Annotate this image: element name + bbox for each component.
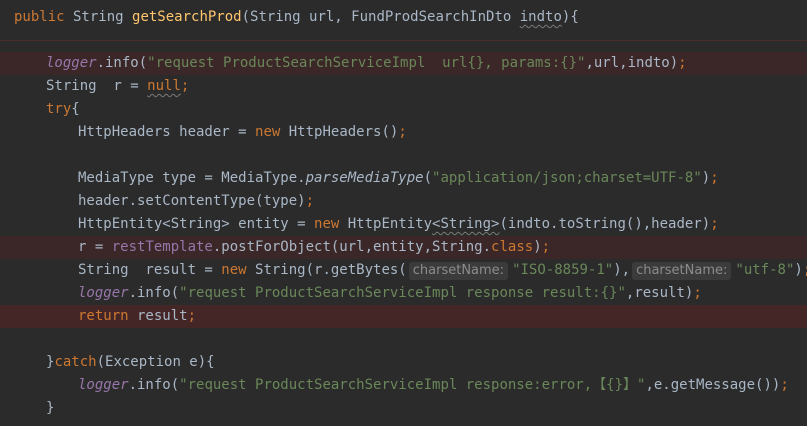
keyword-catch: catch (54, 354, 97, 370)
separator: ), (613, 262, 631, 278)
semicolon: ; (693, 285, 702, 301)
declaration: String result = (78, 262, 222, 278)
return-type: String (64, 9, 133, 25)
keyword-new: new (221, 262, 247, 278)
declaration: String r = (46, 78, 148, 94)
method-call: .postForObject(url,entity,String. (212, 239, 492, 255)
logger-field: logger (46, 55, 97, 71)
code-line-logger-response[interactable]: logger.info("request ProductSearchServic… (0, 282, 807, 305)
keyword-return: return (78, 308, 129, 324)
semicolon: ; (398, 124, 407, 140)
semicolon: ; (180, 78, 190, 94)
paren-close: ) (533, 239, 542, 255)
code-line-post-for-object[interactable]: r = restTemplate.postForObject(url,entit… (0, 236, 807, 259)
constructor: HttpHeaders() (280, 124, 399, 140)
paren-close: ) (701, 170, 711, 186)
code-line-http-entity[interactable]: HttpEntity<String> entity = new HttpEnti… (0, 213, 807, 236)
charset-string: "utf-8" (735, 262, 795, 278)
method-call: header.setContentType(type) (78, 193, 306, 209)
logger-field: logger (78, 285, 129, 301)
log-string: "request ProductSearchServiceImpl url{},… (147, 55, 586, 71)
keyword-class: class (491, 239, 534, 255)
rest-template-field: restTemplate (111, 239, 213, 255)
semicolon: ; (187, 308, 197, 324)
semicolon: ; (678, 55, 687, 71)
paren-open: ( (423, 170, 433, 186)
log-args: ,url,indto) (585, 55, 679, 71)
code-line-declare-r[interactable]: String r = null; (0, 75, 807, 98)
code-line-logger-error[interactable]: logger.info("request ProductSearchServic… (0, 374, 807, 397)
code-line-try[interactable]: try{ (0, 98, 807, 121)
parameter-hint: charsetName: (632, 262, 732, 280)
declaration: MediaType type = MediaType. (78, 170, 306, 186)
param-indto: indto (519, 9, 562, 25)
keyword-public: public (14, 9, 65, 25)
info-call: .info( (96, 55, 148, 71)
constructor: HttpEntity (339, 216, 433, 232)
assignment: r = (78, 239, 112, 255)
code-line-close-brace[interactable]: } (0, 397, 807, 420)
code-line-mediatype[interactable]: MediaType type = MediaType.parseMediaTyp… (0, 167, 807, 190)
paren-close: ) (794, 262, 803, 278)
semicolon: ; (710, 170, 719, 186)
code-line-method-signature[interactable]: public String getSearchProd(String url, … (0, 6, 807, 29)
log-args: ,e.getMessage()) (645, 377, 781, 393)
code-line-catch[interactable]: }catch(Exception e){ (0, 351, 807, 374)
semicolon: ; (780, 377, 789, 393)
method-params-close: ){ (561, 9, 579, 25)
charset-string: "ISO-8859-1" (512, 262, 614, 278)
line-separator (0, 40, 807, 41)
semicolon: ; (710, 216, 719, 232)
static-method: parseMediaType (305, 170, 424, 186)
semicolon: ; (305, 193, 315, 209)
keyword-new: new (255, 124, 281, 140)
declaration: HttpEntity<String> entity = (78, 216, 315, 232)
log-args: ,result) (625, 285, 694, 301)
log-string: "request ProductSearchServiceImpl respon… (179, 377, 646, 393)
info-call: .info( (128, 377, 180, 393)
keyword-null: null (147, 78, 181, 94)
declaration: HttpHeaders header = (78, 124, 256, 140)
brace: { (71, 101, 80, 117)
code-line-return[interactable]: return result; (0, 305, 807, 328)
constructor: String(r.getBytes( (246, 262, 407, 278)
semicolon: ; (803, 262, 807, 278)
media-type-string: "application/json;charset=UTF-8" (432, 170, 702, 186)
catch-params: (Exception e){ (96, 354, 215, 370)
code-line-headers[interactable]: HttpHeaders header = new HttpHeaders(); (0, 121, 807, 144)
code-editor[interactable]: public String getSearchProd(String url, … (0, 0, 807, 426)
code-line-set-content-type[interactable]: header.setContentType(type); (0, 190, 807, 213)
brace: } (46, 400, 55, 416)
constructor-args: (indto.toString(),header) (499, 216, 711, 232)
logger-field: logger (78, 377, 129, 393)
info-call: .info( (128, 285, 180, 301)
code-line-result[interactable]: String result = new String(r.getBytes(ch… (0, 259, 807, 282)
method-params: (String url, FundProdSearchInDto (241, 9, 520, 25)
log-string: "request ProductSearchServiceImpl respon… (179, 285, 626, 301)
parameter-hint: charsetName: (408, 262, 509, 280)
generic-type: <String> (432, 216, 500, 232)
keyword-new: new (314, 216, 340, 232)
code-line-logger-request[interactable]: logger.info("request ProductSearchServic… (0, 52, 807, 75)
semicolon: ; (541, 239, 551, 255)
return-value: result (128, 308, 188, 324)
keyword-try: try (46, 101, 72, 117)
method-name: getSearchProd (132, 9, 242, 25)
